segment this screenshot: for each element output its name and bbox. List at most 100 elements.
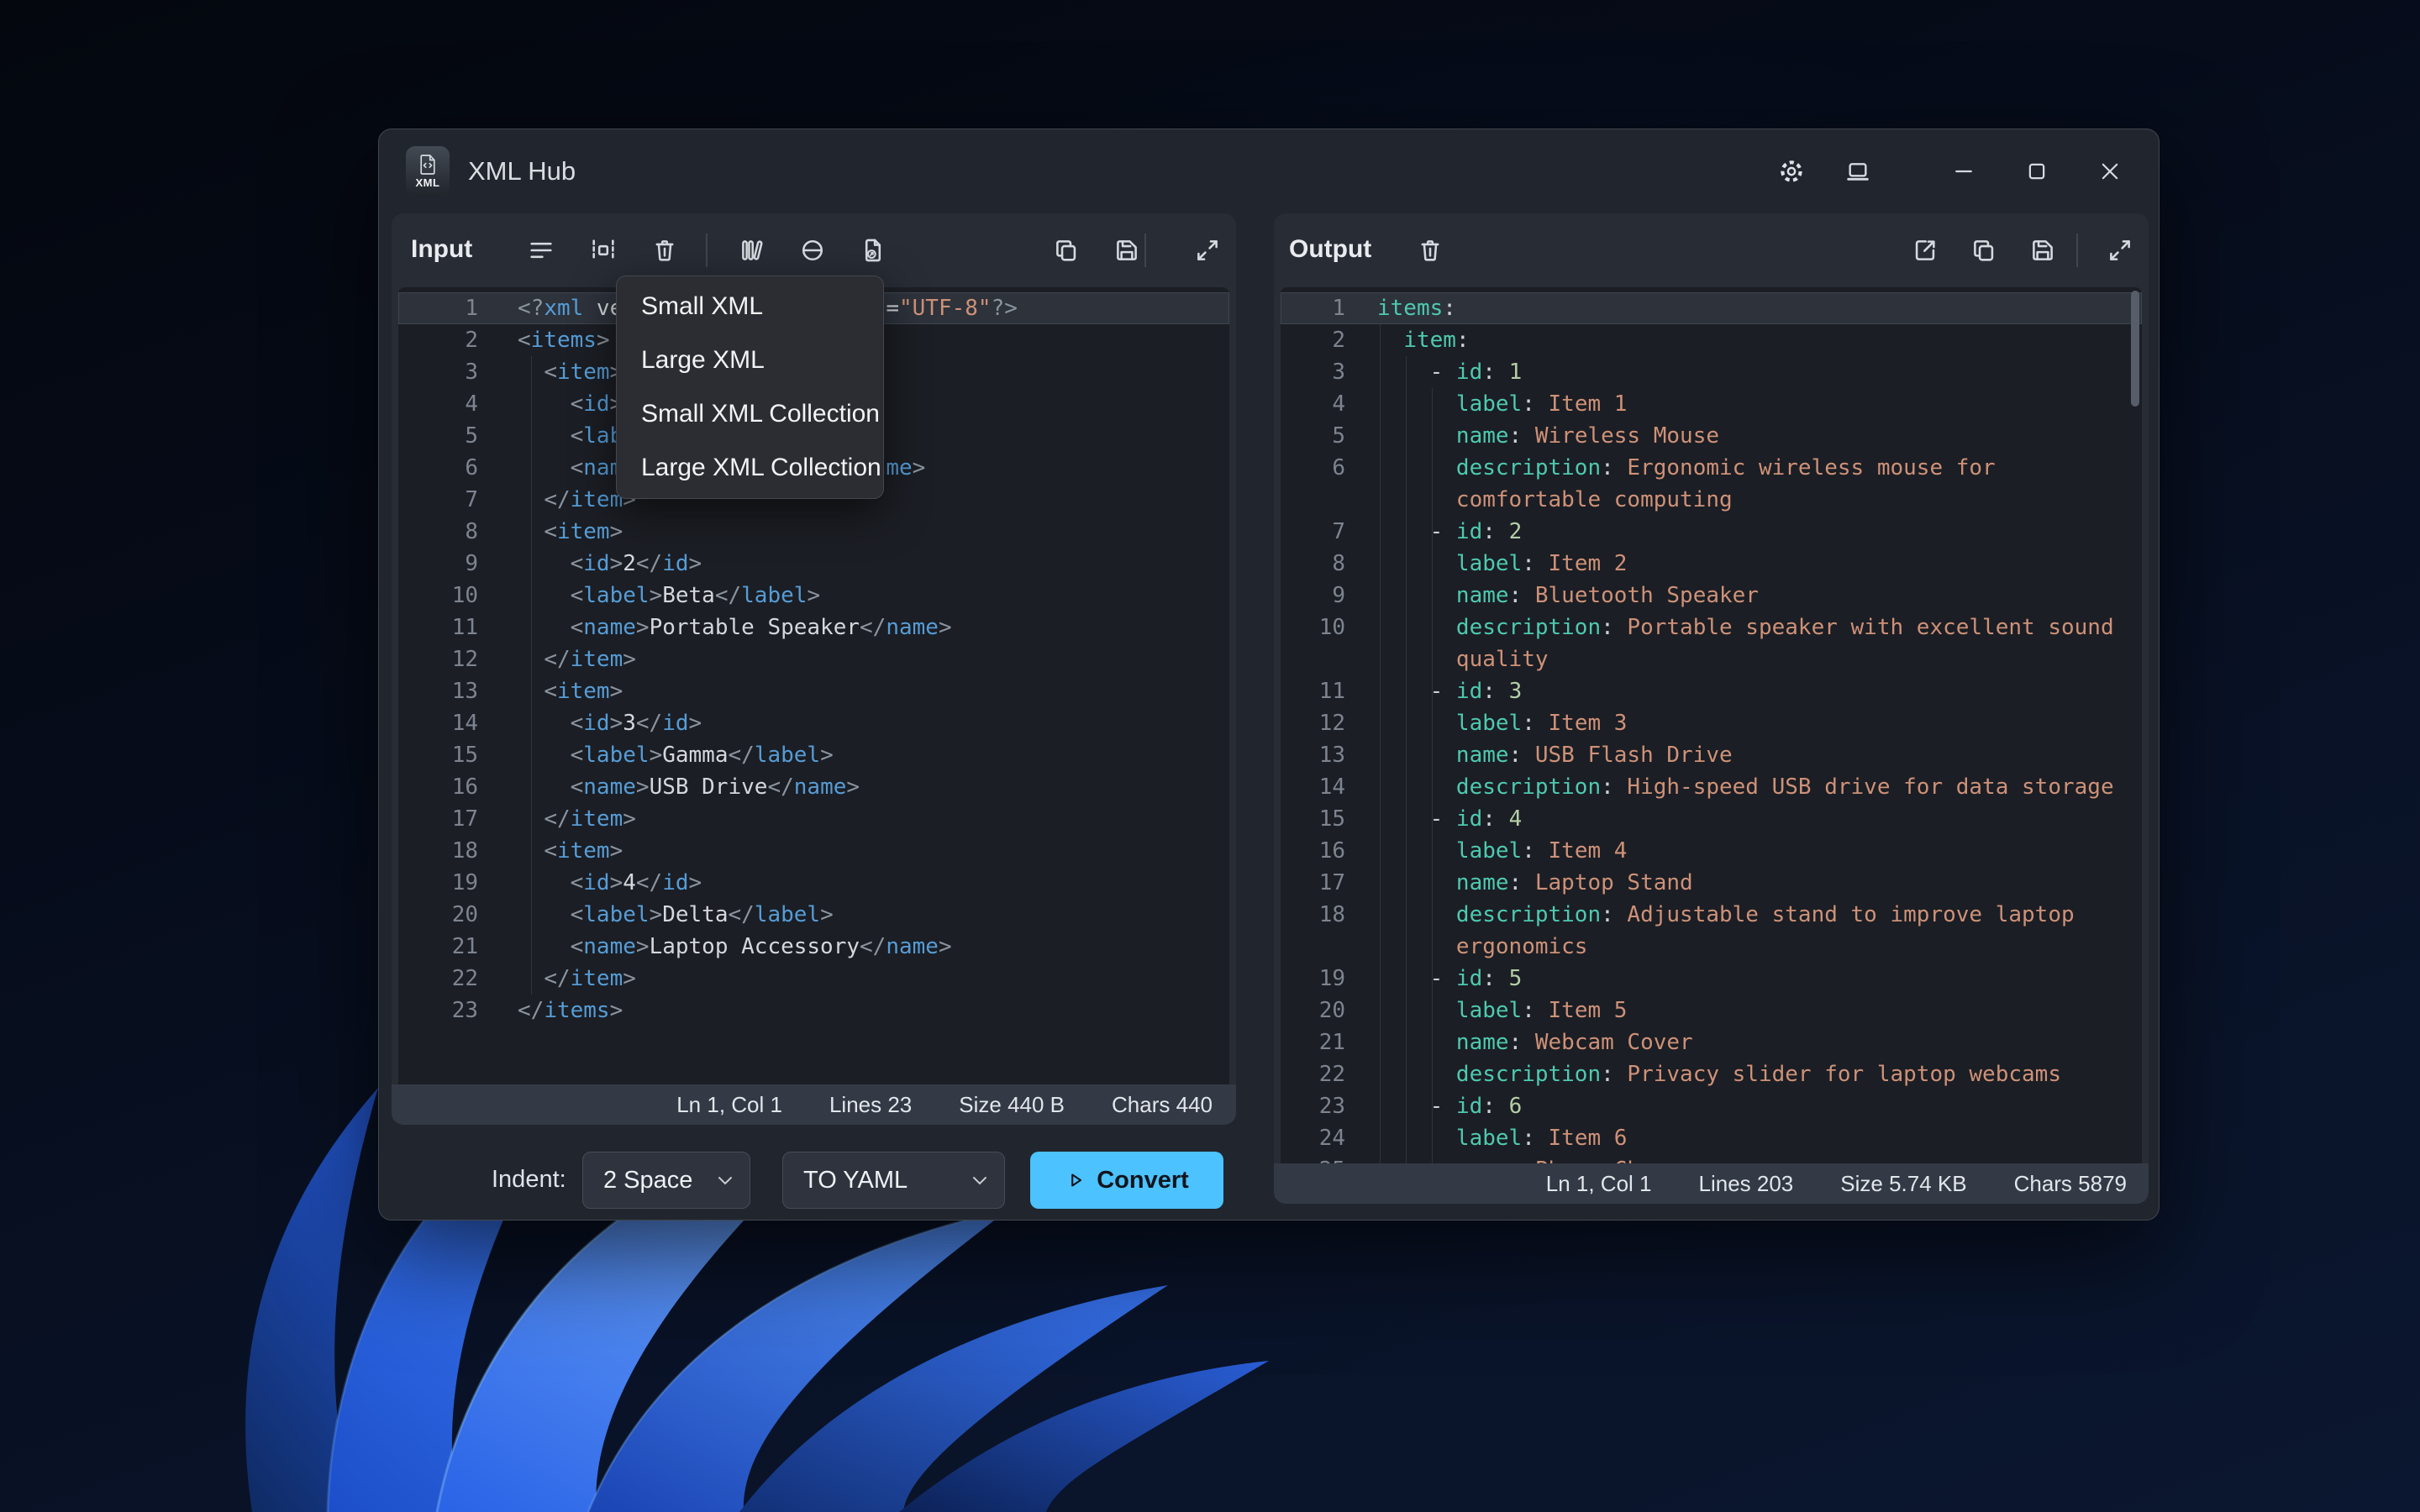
toolbar-separator xyxy=(706,234,708,267)
copy-output-button[interactable] xyxy=(1964,230,2004,270)
code-line[interactable]: 8 <item> xyxy=(398,516,1229,548)
clear-output-button[interactable] xyxy=(1410,230,1450,270)
scrollbar-thumb[interactable] xyxy=(2131,291,2139,407)
code-line[interactable]: 23</items> xyxy=(398,995,1229,1026)
code-line[interactable]: 25 name: Phone Charger xyxy=(1281,1154,2142,1163)
code-text: <item> xyxy=(518,516,623,548)
line-number: 6 xyxy=(1281,452,1345,484)
code-line[interactable]: 19 - id: 5 xyxy=(1281,963,2142,995)
code-line[interactable]: 21 name: Webcam Cover xyxy=(1281,1026,2142,1058)
output-panel: Output xyxy=(1274,213,2149,1204)
code-text: <id>2</id> xyxy=(518,548,702,580)
expand-input-button[interactable] xyxy=(1187,230,1228,270)
line-number: 4 xyxy=(398,388,478,420)
code-line[interactable]: 5 name: Wireless Mouse xyxy=(1281,420,2142,452)
code-line[interactable]: 8 label: Item 2 xyxy=(1281,548,2142,580)
sample-library-button[interactable] xyxy=(732,230,772,270)
code-line[interactable]: 14 description: High-speed USB drive for… xyxy=(1281,771,2142,803)
maximize-button[interactable] xyxy=(2017,151,2057,192)
format-button[interactable] xyxy=(521,230,561,270)
line-number: 1 xyxy=(1281,292,1345,324)
code-line[interactable]: 18 description: Adjustable stand to impr… xyxy=(1281,899,2142,931)
settings-button[interactable] xyxy=(1771,151,1812,192)
code-line[interactable]: 14 <id>3</id> xyxy=(398,707,1229,739)
code-line[interactable]: 13 <item> xyxy=(398,675,1229,707)
code-line[interactable]: 2 item: xyxy=(1281,324,2142,356)
code-line[interactable]: 24 label: Item 6 xyxy=(1281,1122,2142,1154)
code-line[interactable]: 16 label: Item 4 xyxy=(1281,835,2142,867)
expand-icon xyxy=(1193,236,1222,265)
code-line[interactable]: 19 <id>4</id> xyxy=(398,867,1229,899)
display-mode-button[interactable] xyxy=(1838,151,1878,192)
code-line[interactable]: 6 description: Ergonomic wireless mouse … xyxy=(1281,452,2142,484)
code-line[interactable]: comfortable computing xyxy=(1281,484,2142,516)
code-text: <name>USB Drive</name> xyxy=(518,771,860,803)
code-line[interactable]: 17 name: Laptop Stand xyxy=(1281,867,2142,899)
compress-icon xyxy=(589,236,618,265)
code-line[interactable]: 3 - id: 1 xyxy=(1281,356,2142,388)
code-line[interactable]: 22 description: Privacy slider for lapto… xyxy=(1281,1058,2142,1090)
code-line[interactable]: 12 label: Item 3 xyxy=(1281,707,2142,739)
share-output-button[interactable] xyxy=(1905,230,1945,270)
menu-item-large-xml-collection[interactable]: Large XML Collection xyxy=(617,441,883,495)
menu-item-small-xml-collection[interactable]: Small XML Collection xyxy=(617,387,883,441)
conversion-mode-value: TO YAML xyxy=(803,1167,908,1194)
close-button[interactable] xyxy=(2090,151,2130,192)
code-line[interactable]: ergonomics xyxy=(1281,931,2142,963)
code-text: label: Item 3 xyxy=(1377,707,1627,739)
code-text: name: Wireless Mouse xyxy=(1377,420,1719,452)
indent-select[interactable]: 2 Space xyxy=(582,1152,750,1209)
line-number: 23 xyxy=(398,995,478,1026)
expand-output-button[interactable] xyxy=(2100,230,2140,270)
code-line[interactable]: 22 </item> xyxy=(398,963,1229,995)
save-input-button[interactable] xyxy=(1107,230,1147,270)
code-line[interactable]: 15 - id: 4 xyxy=(1281,803,2142,835)
code-line[interactable]: 18 <item> xyxy=(398,835,1229,867)
code-line[interactable]: 10 <label>Beta</label> xyxy=(398,580,1229,612)
chevron-down-icon xyxy=(718,1176,733,1185)
format-lines-icon xyxy=(527,236,555,265)
code-line[interactable]: 9 <id>2</id> xyxy=(398,548,1229,580)
line-count: Lines 203 xyxy=(1699,1171,1794,1197)
chevron-down-icon xyxy=(972,1176,987,1185)
menu-item-small-xml[interactable]: Small XML xyxy=(617,280,883,333)
conversion-mode-select[interactable]: TO YAML xyxy=(782,1152,1005,1209)
code-line[interactable]: 23 - id: 6 xyxy=(1281,1090,2142,1122)
play-icon xyxy=(1065,1169,1086,1191)
code-line[interactable]: 13 name: USB Flash Drive xyxy=(1281,739,2142,771)
code-line[interactable]: quality xyxy=(1281,643,2142,675)
code-line[interactable]: 11 - id: 3 xyxy=(1281,675,2142,707)
line-number: 8 xyxy=(398,516,478,548)
code-line[interactable]: 21 <name>Laptop Accessory</name> xyxy=(398,931,1229,963)
code-line[interactable]: 16 <name>USB Drive</name> xyxy=(398,771,1229,803)
code-line[interactable]: 12 </item> xyxy=(398,643,1229,675)
code-line[interactable]: 1items: xyxy=(1281,292,2142,324)
clear-input-button[interactable] xyxy=(644,230,685,270)
code-line[interactable]: 17 </item> xyxy=(398,803,1229,835)
save-output-button[interactable] xyxy=(2023,230,2063,270)
code-line[interactable]: 20 label: Item 5 xyxy=(1281,995,2142,1026)
code-text: description: Privacy slider for laptop w… xyxy=(1377,1058,2061,1090)
minimize-button[interactable] xyxy=(1944,151,1984,192)
minify-button[interactable] xyxy=(583,230,623,270)
code-text: name: USB Flash Drive xyxy=(1377,739,1733,771)
code-line[interactable]: 11 <name>Portable Speaker</name> xyxy=(398,612,1229,643)
copy-input-button[interactable] xyxy=(1046,230,1086,270)
line-number: 18 xyxy=(1281,899,1345,931)
load-url-button[interactable] xyxy=(792,230,833,270)
line-number: 5 xyxy=(398,420,478,452)
code-text: comfortable computing xyxy=(1377,484,1733,516)
trash-icon xyxy=(1416,236,1444,265)
code-line[interactable]: 7 - id: 2 xyxy=(1281,516,2142,548)
code-line[interactable]: 20 <label>Delta</label> xyxy=(398,899,1229,931)
open-file-button[interactable] xyxy=(853,230,893,270)
code-line[interactable]: 10 description: Portable speaker with ex… xyxy=(1281,612,2142,643)
code-line[interactable]: 15 <label>Gamma</label> xyxy=(398,739,1229,771)
line-number: 13 xyxy=(398,675,478,707)
output-editor[interactable]: 1items:2 item:3 - id: 14 label: Item 15 … xyxy=(1281,287,2142,1163)
line-number: 10 xyxy=(398,580,478,612)
menu-item-large-xml[interactable]: Large XML xyxy=(617,333,883,387)
code-line[interactable]: 9 name: Bluetooth Speaker xyxy=(1281,580,2142,612)
convert-button[interactable]: Convert xyxy=(1030,1152,1223,1209)
code-line[interactable]: 4 label: Item 1 xyxy=(1281,388,2142,420)
